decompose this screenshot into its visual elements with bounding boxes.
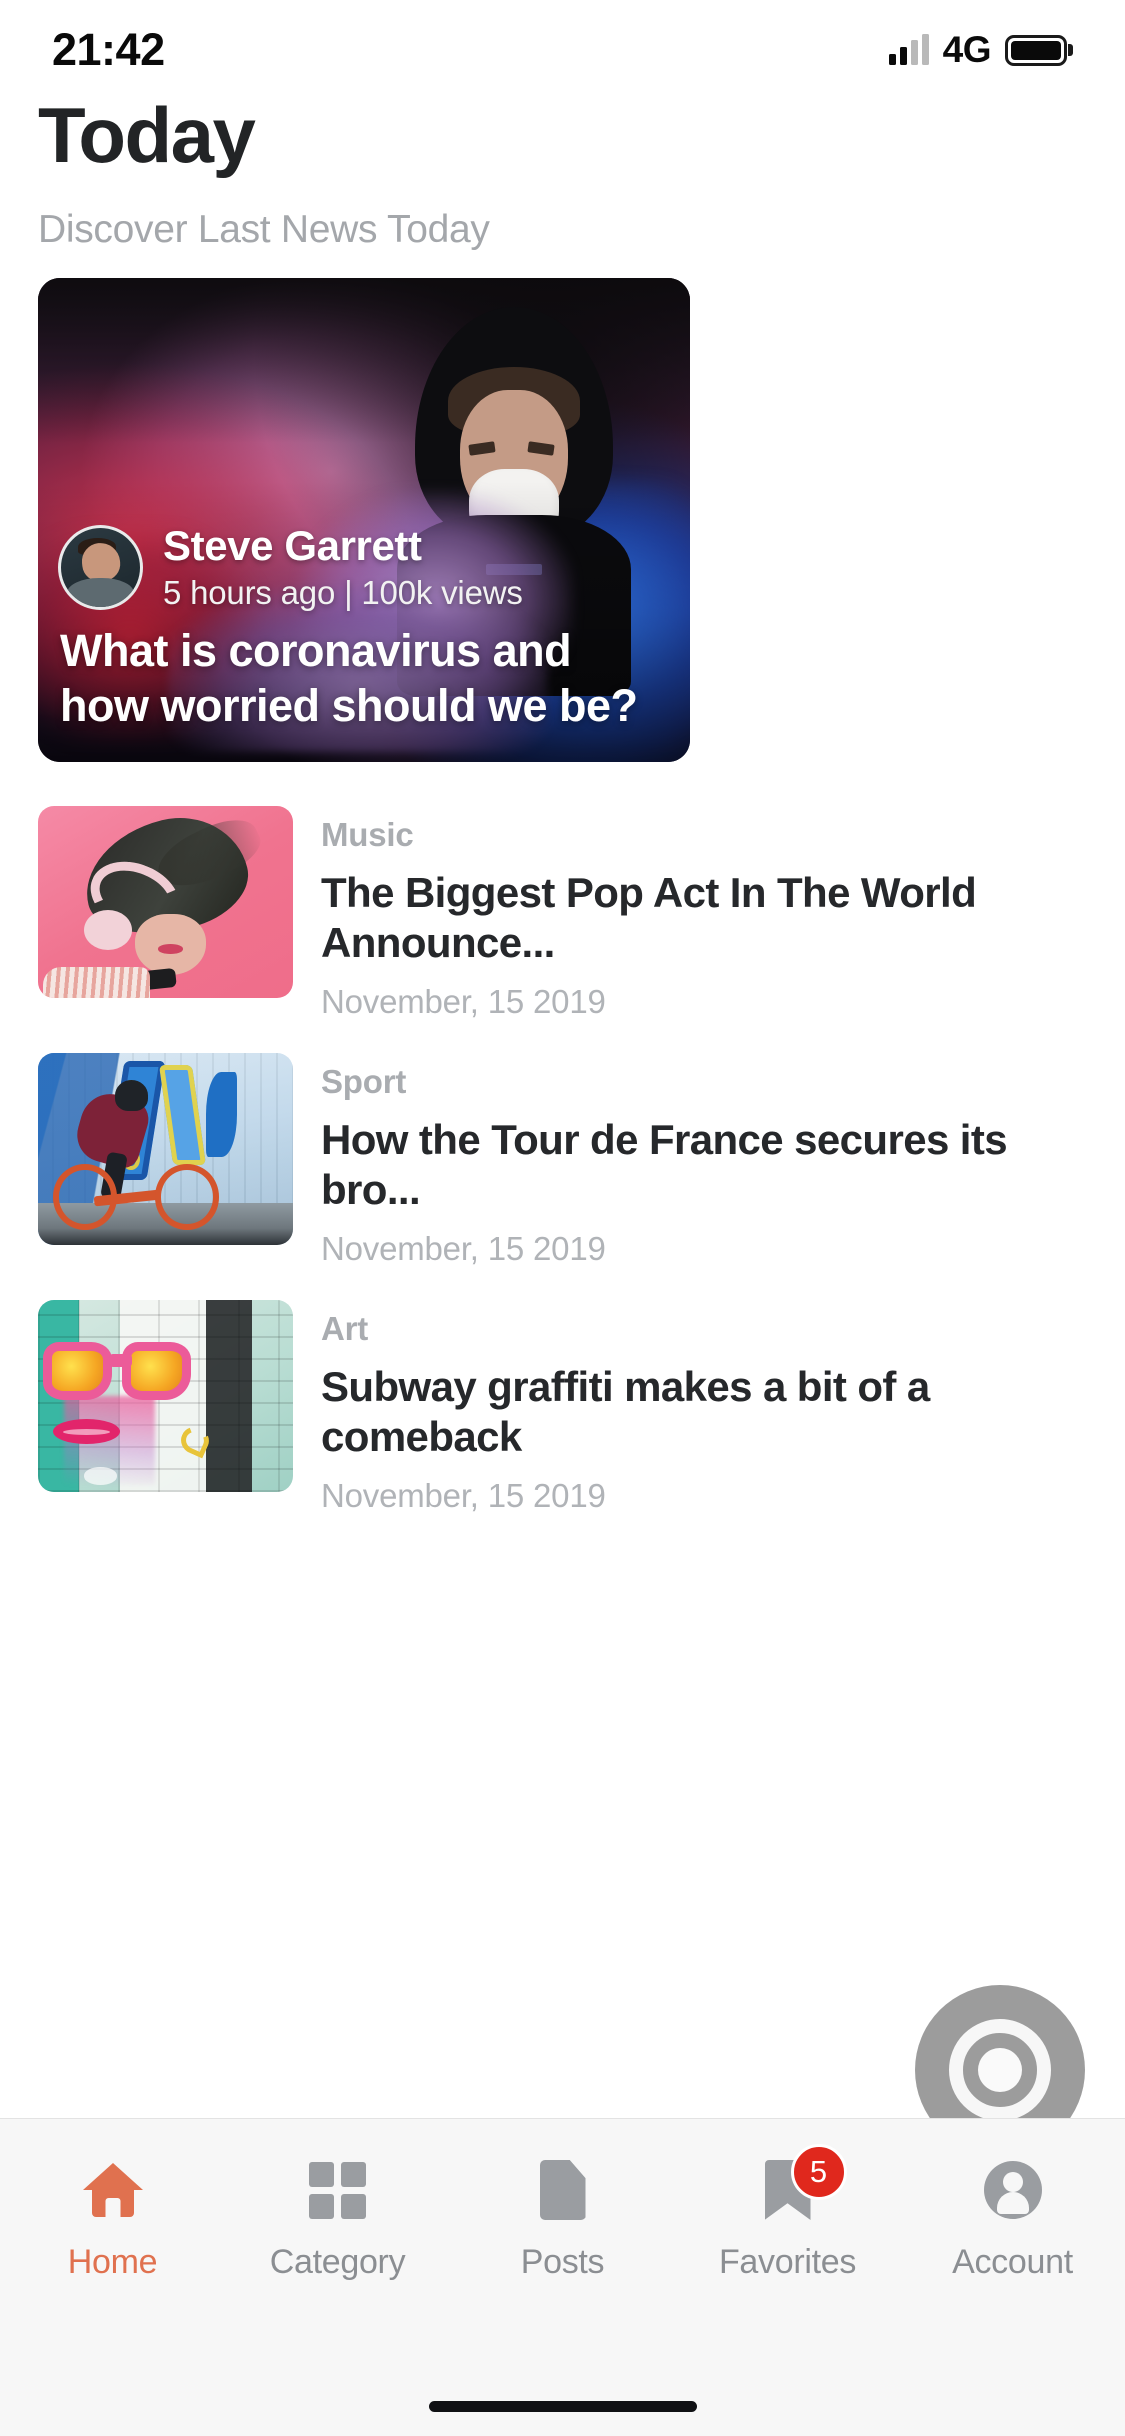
art-thumbnail xyxy=(38,1300,293,1493)
tab-label-posts: Posts xyxy=(520,2243,605,2281)
home-indicator[interactable] xyxy=(428,2401,697,2412)
tab-label-home: Home xyxy=(67,2243,158,2281)
account-icon xyxy=(982,2159,1044,2221)
tab-label-category: Category xyxy=(269,2243,406,2281)
app-screen: 21:42 4G Today Discover Last News Today xyxy=(0,0,1125,2436)
page-header: Today Discover Last News Today xyxy=(38,96,490,252)
tab-posts[interactable]: Posts xyxy=(450,2159,675,2282)
article-title: Subway graffiti makes a bit of a comebac… xyxy=(321,1363,930,1460)
list-item[interactable]: Music The Biggest Pop Act In The World A… xyxy=(38,806,1087,1021)
status-bar: 21:42 4G xyxy=(0,0,1125,100)
avatar xyxy=(58,524,143,610)
record-ring-icon xyxy=(949,2019,1051,2121)
tab-category[interactable]: Category xyxy=(225,2159,450,2282)
network-type-label: 4G xyxy=(942,29,992,70)
article-list: Music The Biggest Pop Act In The World A… xyxy=(38,806,1087,1547)
article-date: November, 15 2019 xyxy=(321,983,606,1021)
article-category: Music xyxy=(321,816,414,853)
home-icon xyxy=(82,2159,144,2221)
article-category: Sport xyxy=(321,1063,407,1101)
music-thumbnail xyxy=(38,806,293,998)
list-item[interactable]: Art Subway graffiti makes a bit of a com… xyxy=(38,1300,1087,1515)
grid-icon xyxy=(307,2159,369,2221)
tab-favorites[interactable]: 5 Favorites xyxy=(675,2144,900,2282)
featured-author-name: Steve Garrett xyxy=(163,522,422,569)
sport-thumbnail xyxy=(38,1053,293,1246)
signal-bars-icon xyxy=(888,34,929,65)
tab-home[interactable]: Home xyxy=(0,2159,225,2282)
featured-article-meta: Steve Garrett 5 hours ago | 100k views xyxy=(58,522,523,612)
page-subtitle: Discover Last News Today xyxy=(38,208,490,251)
article-title: How the Tour de France secures its bro..… xyxy=(321,1116,1008,1213)
article-date: November, 15 2019 xyxy=(321,1230,606,1268)
tab-label-favorites: Favorites xyxy=(718,2243,857,2281)
tab-label-account: Account xyxy=(952,2243,1073,2281)
article-title: The Biggest Pop Act In The World Announc… xyxy=(321,869,977,966)
bookmark-icon: 5 xyxy=(757,2144,847,2221)
bottom-tab-bar: Home Category Posts 5 Favorites Account xyxy=(0,2118,1125,2436)
tab-account[interactable]: Account xyxy=(900,2159,1125,2282)
document-icon xyxy=(532,2159,594,2221)
status-time: 21:42 xyxy=(52,24,165,75)
list-item[interactable]: Sport How the Tour de France secures its… xyxy=(38,1053,1087,1268)
status-indicators: 4G xyxy=(888,29,1073,71)
featured-article-card[interactable]: Steve Garrett 5 hours ago | 100k views W… xyxy=(38,278,690,762)
battery-full-icon xyxy=(1005,34,1073,66)
status-badge: 5 xyxy=(790,2144,847,2200)
article-category: Art xyxy=(321,1310,369,1348)
featured-article-headline: What is coronavirus and how worried shou… xyxy=(60,625,638,732)
page-title: Today xyxy=(38,91,256,179)
article-date: November, 15 2019 xyxy=(321,1477,606,1515)
featured-article-stats: 5 hours ago | 100k views xyxy=(163,574,523,611)
